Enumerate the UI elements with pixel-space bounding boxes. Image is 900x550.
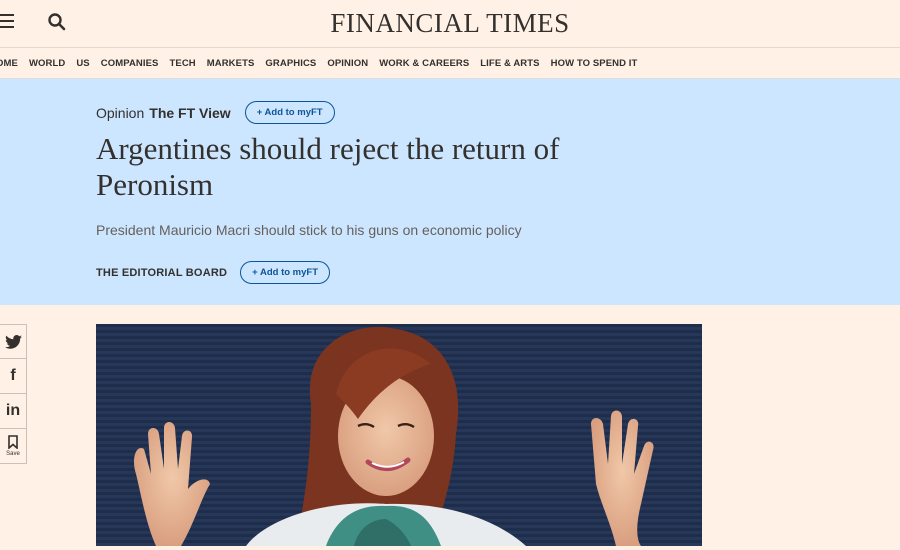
article-hero: Opinion The FT View + Add to myFT Argent…: [0, 79, 900, 305]
nav-item-how-to-spend-it[interactable]: HOW TO SPEND IT: [551, 58, 638, 69]
article-main-image: [96, 324, 702, 546]
add-to-myft-topic-button[interactable]: + Add to myFT: [244, 101, 335, 124]
twitter-icon: [4, 334, 22, 349]
main-nav: OME WORLD US COMPANIES TECH MARKETS GRAP…: [0, 48, 900, 79]
site-logo[interactable]: FINANCIAL TIMES: [0, 8, 900, 39]
bookmark-icon: [8, 435, 18, 449]
nav-item-companies[interactable]: COMPANIES: [101, 58, 159, 69]
byline-row: THE EDITORIAL BOARD + Add to myFT: [96, 261, 331, 284]
twitter-share-button[interactable]: [0, 324, 27, 359]
linkedin-icon: in: [5, 402, 21, 419]
nav-item-home[interactable]: OME: [0, 58, 18, 69]
share-toolbar: f in Save: [0, 324, 27, 464]
article-standfirst: President Mauricio Macri should stick to…: [96, 222, 522, 238]
site-header: FINANCIAL TIMES: [0, 0, 900, 48]
nav-item-us[interactable]: US: [76, 58, 89, 69]
nav-item-life-arts[interactable]: LIFE & ARTS: [480, 58, 539, 69]
section-label[interactable]: Opinion: [96, 105, 144, 121]
nav-item-markets[interactable]: MARKETS: [207, 58, 255, 69]
article-headline: Argentines should reject the return of P…: [96, 131, 560, 202]
save-label: Save: [6, 451, 20, 457]
author-byline[interactable]: THE EDITORIAL BOARD: [96, 267, 227, 279]
nav-item-graphics[interactable]: GRAPHICS: [265, 58, 316, 69]
nav-item-opinion[interactable]: OPINION: [327, 58, 368, 69]
facebook-share-button[interactable]: f: [0, 359, 27, 394]
facebook-icon: f: [10, 367, 16, 384]
article-topic-row: Opinion The FT View + Add to myFT: [96, 101, 335, 124]
add-to-myft-author-button[interactable]: + Add to myFT: [240, 261, 331, 284]
nav-item-tech[interactable]: TECH: [169, 58, 195, 69]
nav-item-world[interactable]: WORLD: [29, 58, 65, 69]
linkedin-share-button[interactable]: in: [0, 394, 27, 429]
series-label[interactable]: The FT View: [149, 105, 230, 121]
save-article-button[interactable]: Save: [0, 429, 27, 464]
nav-item-work-careers[interactable]: WORK & CAREERS: [379, 58, 469, 69]
